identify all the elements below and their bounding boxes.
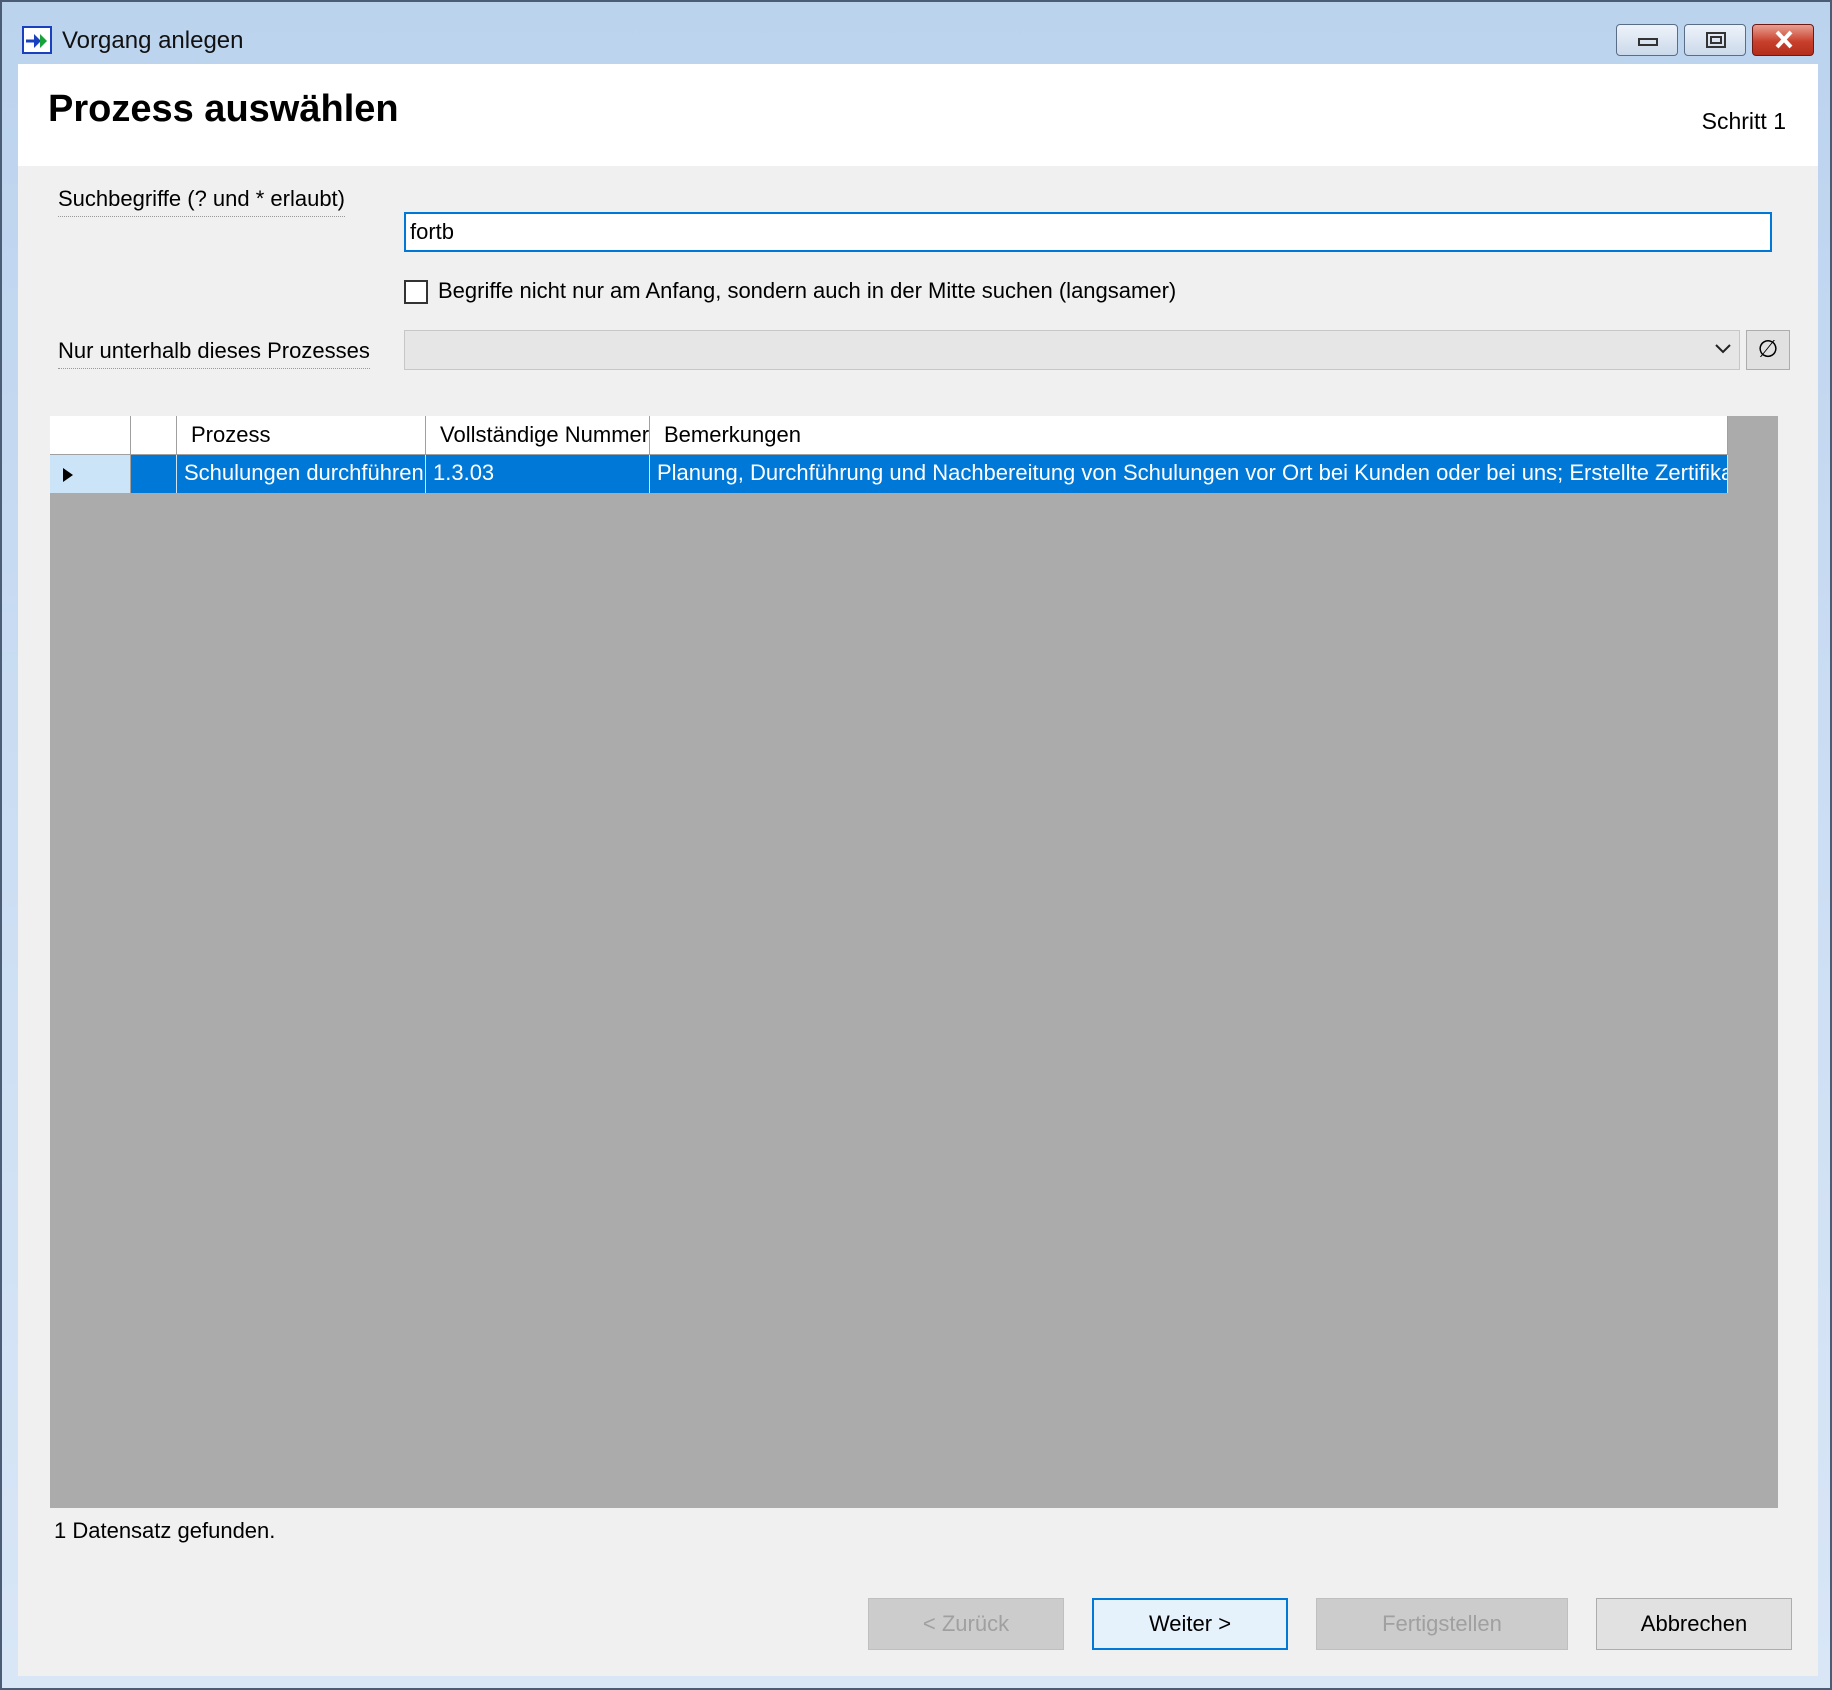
column-header-nummer[interactable]: Vollständige Nummer — [426, 416, 650, 454]
step-label: Schritt 1 — [1701, 108, 1786, 134]
minimize-button[interactable] — [1616, 24, 1678, 56]
maximize-button[interactable] — [1684, 24, 1746, 56]
window-title: Vorgang anlegen — [62, 27, 244, 54]
forward-arrows-icon — [22, 26, 52, 54]
row-selector[interactable] — [50, 455, 131, 493]
finish-button[interactable]: Fertigstellen — [1316, 1598, 1568, 1650]
dialog-window: Vorgang anlegen Prozess auswählen Schrit… — [0, 0, 1832, 1690]
next-button[interactable]: Weiter > — [1092, 1598, 1288, 1650]
parent-process-label: Nur unterhalb dieses Prozesses — [58, 338, 370, 369]
table-row[interactable]: Schulungen durchführen 1.3.03 Planung, D… — [50, 455, 1728, 493]
cell-nummer[interactable]: 1.3.03 — [426, 455, 650, 493]
row-blank-cell[interactable] — [131, 455, 177, 493]
status-text: 1 Datensatz gefunden. — [54, 1518, 276, 1543]
row-header-corner — [50, 416, 131, 454]
search-input[interactable] — [404, 212, 1772, 252]
maximize-icon — [1706, 32, 1726, 48]
cancel-button[interactable]: Abbrechen — [1596, 1598, 1792, 1650]
column-header-prozess[interactable]: Prozess — [177, 416, 426, 454]
cell-bemerkungen[interactable]: Planung, Durchführung und Nachbereitung … — [650, 455, 1728, 493]
close-button[interactable] — [1752, 24, 1814, 56]
minimize-icon — [1638, 38, 1658, 46]
process-grid[interactable]: Prozess Vollständige Nummer Bemerkungen … — [50, 416, 1778, 1508]
middle-search-checkbox[interactable] — [404, 280, 428, 304]
cell-prozess[interactable]: Schulungen durchführen — [177, 455, 426, 493]
column-header-bemerkungen[interactable]: Bemerkungen — [650, 416, 1728, 454]
title-bar[interactable]: Vorgang anlegen — [2, 2, 1830, 62]
chevron-down-icon — [1715, 344, 1731, 354]
close-icon — [1775, 30, 1793, 49]
grid-header-row: Prozess Vollständige Nummer Bemerkungen — [50, 416, 1728, 455]
wizard-header: Prozess auswählen Schritt 1 — [18, 64, 1818, 166]
back-button[interactable]: < Zurück — [868, 1598, 1064, 1650]
column-header-blank[interactable] — [131, 416, 177, 454]
search-label: Suchbegriffe (? und * erlaubt) — [58, 186, 345, 217]
page-title: Prozess auswählen — [48, 88, 399, 130]
parent-process-combobox[interactable] — [404, 330, 1740, 370]
dialog-client-area: Prozess auswählen Schritt 1 Suchbegriffe… — [18, 64, 1818, 1676]
middle-search-label[interactable]: Begriffe nicht nur am Anfang, sondern au… — [438, 278, 1176, 304]
clear-filter-button[interactable]: ∅ — [1746, 330, 1790, 370]
current-row-arrow-icon — [63, 468, 73, 482]
empty-set-icon: ∅ — [1757, 336, 1779, 363]
